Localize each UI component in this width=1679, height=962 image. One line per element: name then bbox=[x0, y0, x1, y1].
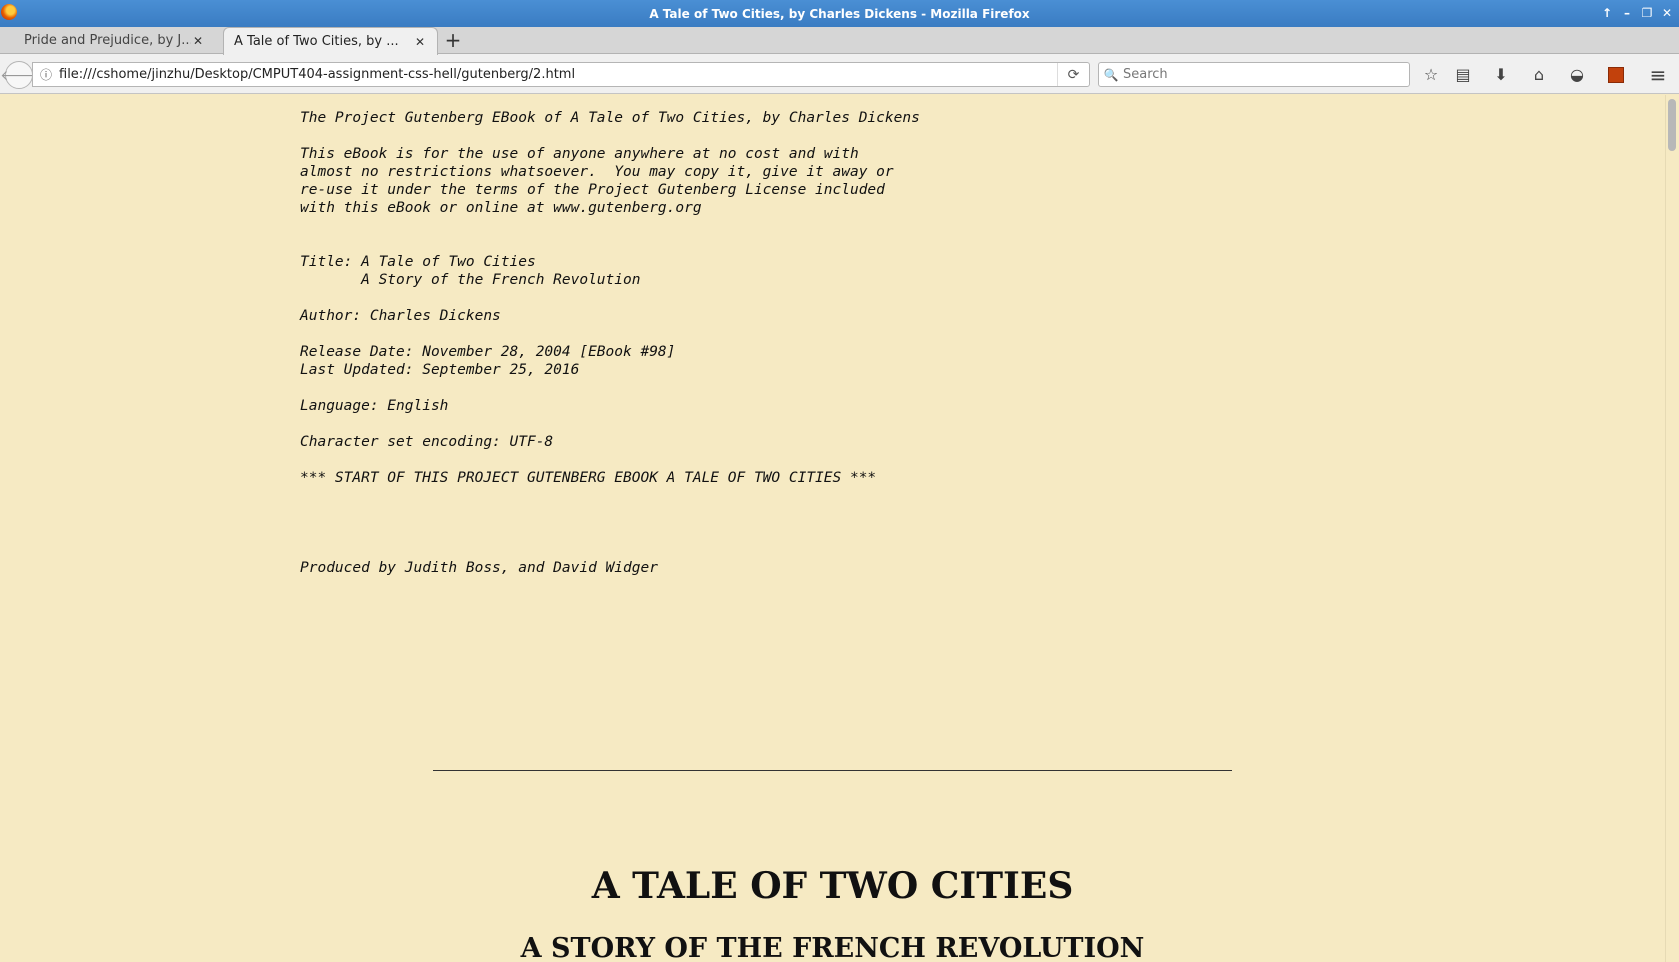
window-controls: ↑ – ❐ ✕ bbox=[1601, 5, 1673, 21]
book-subtitle-heading: A STORY OF THE FRENCH REVOLUTION bbox=[520, 933, 1145, 962]
maximize-icon[interactable]: ❐ bbox=[1641, 5, 1653, 21]
tab-label: Pride and Prejudice, by J... bbox=[24, 33, 191, 48]
tab-strip: Pride and Prejudice, by J... ✕ A Tale of… bbox=[0, 27, 1679, 55]
extension-icon[interactable] bbox=[1605, 64, 1627, 86]
url-bar[interactable]: ⓘ file:///cshome/jinzhu/Desktop/CMPUT404… bbox=[32, 62, 1090, 87]
window-title: A Tale of Two Cities, by Charles Dickens… bbox=[649, 6, 1030, 21]
search-icon: 🔍 bbox=[1103, 67, 1119, 82]
page-content: The Project Gutenberg EBook of A Tale of… bbox=[0, 95, 1665, 962]
close-window-icon[interactable]: ✕ bbox=[1661, 5, 1673, 21]
window-titlebar: A Tale of Two Cities, by Charles Dickens… bbox=[0, 0, 1679, 27]
hamburger-menu-icon[interactable]: ≡ bbox=[1647, 64, 1669, 86]
search-input[interactable]: Search bbox=[1123, 67, 1168, 82]
site-info-icon[interactable]: ⓘ bbox=[33, 66, 59, 83]
vertical-scrollbar[interactable] bbox=[1665, 95, 1679, 962]
home-icon[interactable]: ⌂ bbox=[1528, 64, 1550, 86]
tab-close-icon[interactable]: ✕ bbox=[413, 35, 427, 49]
search-bar[interactable]: 🔍 Search bbox=[1098, 62, 1410, 87]
bookmark-star-icon[interactable]: ☆ bbox=[1420, 64, 1442, 86]
navigation-toolbar: 🡐 ⓘ file:///cshome/jinzhu/Desktop/CMPUT4… bbox=[0, 54, 1679, 94]
downloads-icon[interactable]: ⬇ bbox=[1490, 64, 1512, 86]
back-button[interactable]: 🡐 bbox=[0, 61, 38, 89]
minimize-icon[interactable]: – bbox=[1621, 5, 1633, 21]
tab-tale-of-two-cities[interactable]: A Tale of Two Cities, by ... ✕ bbox=[223, 27, 438, 55]
keep-above-icon[interactable]: ↑ bbox=[1601, 5, 1613, 21]
gutenberg-header-text: The Project Gutenberg EBook of A Tale of… bbox=[300, 110, 920, 576]
reading-list-icon[interactable]: ▤ bbox=[1452, 64, 1474, 86]
book-title-heading: A TALE OF TWO CITIES bbox=[591, 865, 1074, 907]
firefox-logo-icon bbox=[1, 4, 17, 20]
tab-label: A Tale of Two Cities, by ... bbox=[234, 34, 399, 49]
scrollbar-thumb[interactable] bbox=[1668, 99, 1676, 151]
pocket-icon[interactable]: ◒ bbox=[1566, 64, 1588, 86]
tab-pride-and-prejudice[interactable]: Pride and Prejudice, by J... ✕ bbox=[0, 27, 215, 54]
url-input[interactable]: file:///cshome/jinzhu/Desktop/CMPUT404-a… bbox=[59, 67, 1057, 82]
reload-icon[interactable]: ⟳ bbox=[1057, 63, 1089, 86]
new-tab-button[interactable]: + bbox=[442, 29, 464, 51]
horizontal-rule bbox=[433, 770, 1232, 771]
tab-close-icon[interactable]: ✕ bbox=[191, 34, 205, 48]
